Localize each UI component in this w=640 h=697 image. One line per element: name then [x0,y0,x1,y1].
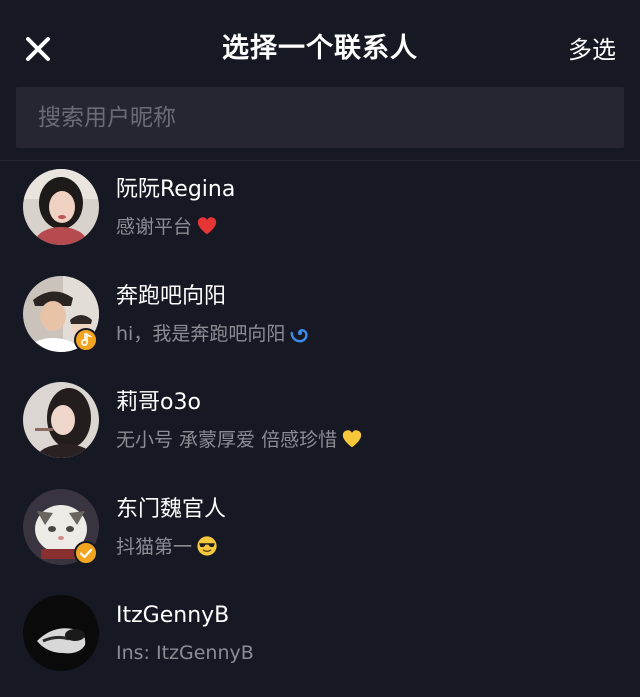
contact-signature: hi，我是奔跑吧向阳 [116,320,311,348]
sunglasses-face-icon [196,535,218,557]
contact-signature-text: 抖猫第一 [116,535,193,558]
contact-name: 奔跑吧向阳 [116,283,227,309]
divider [0,160,640,161]
page-title: 选择一个联系人 [222,33,418,64]
contact-name: ItzGennyB [116,603,230,628]
top-bar: 选择一个联系人 多选 [0,0,640,86]
contact-item[interactable]: ItzGennyB Ins: ItzGennyB [0,589,640,696]
contact-item[interactable]: 莉哥o3o 无小号 承蒙厚爱 倍感珍惜 [0,376,640,483]
yellow-heart-icon [341,428,363,450]
contact-list: 阮阮Regina 感谢平台 奔跑吧向阳 hi，我是奔跑吧向阳 莉哥o3o 无小号… [0,163,640,696]
avatar [23,169,99,245]
contact-name: 莉哥o3o [116,390,201,415]
verified-check-badge-icon [74,540,98,565]
music-note-badge-icon [74,327,98,352]
contact-item[interactable]: 奔跑吧向阳 hi，我是奔跑吧向阳 [0,270,640,377]
contact-signature-text: 感谢平台 [116,216,193,238]
cyclone-icon [289,322,311,344]
avatar [23,382,99,458]
search-box[interactable] [16,87,624,148]
search-input[interactable] [16,87,624,148]
contact-name: 东门魏官人 [116,496,227,522]
contact-signature-text: 无小号 承蒙厚爱 倍感珍惜 [116,429,338,451]
contact-signature: 抖猫第一 [116,533,218,561]
contact-name: 阮阮Regina [116,177,236,202]
contact-signature-text: Ins: ItzGennyB [116,642,254,664]
contact-signature-text: hi，我是奔跑吧向阳 [116,322,286,345]
contact-signature: Ins: ItzGennyB [116,639,254,667]
avatar [23,595,99,671]
contact-signature: 无小号 承蒙厚爱 倍感珍惜 [116,426,363,454]
multi-select-button[interactable]: 多选 [568,32,616,68]
contact-item[interactable]: 东门魏官人 抖猫第一 [0,483,640,590]
contact-item[interactable]: 阮阮Regina 感谢平台 [0,163,640,270]
contact-signature: 感谢平台 [116,213,218,241]
red-heart-icon [196,215,218,237]
